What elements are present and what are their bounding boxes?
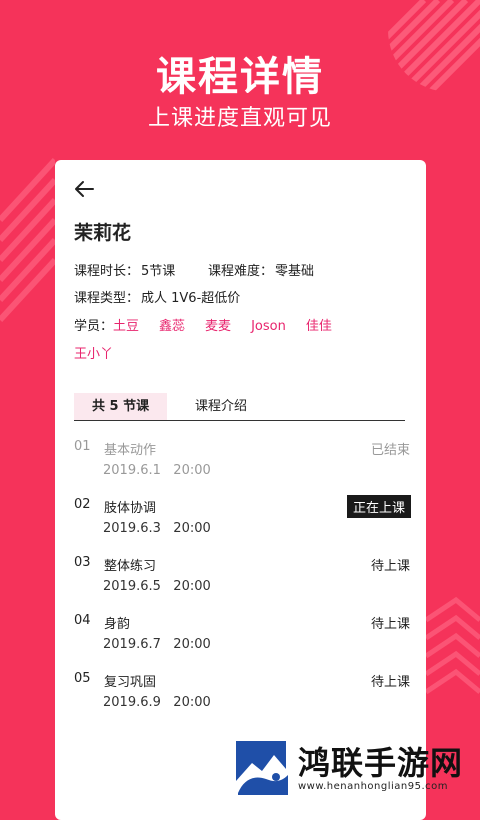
- lesson-date: 2019.6.1: [103, 463, 161, 478]
- type-value: 成人 1V6-超低价: [141, 291, 241, 306]
- lesson-datetime: 2019.6.1 20:00: [103, 463, 211, 478]
- watermark-text: 鸿联手游网: [298, 744, 464, 782]
- lesson-status: 待上课: [370, 617, 410, 632]
- lesson-item[interactable]: 03 整体练习 2019.6.5 20:00 待上课: [74, 555, 410, 601]
- hero-title: 课程详情: [156, 54, 324, 100]
- student-name[interactable]: Joson: [251, 319, 286, 334]
- students-label: 学员：: [74, 319, 114, 334]
- decor-stripes-right: [426, 596, 480, 695]
- course-name: 茉莉花: [74, 222, 132, 244]
- lesson-time: 20:00: [173, 463, 211, 478]
- lesson-number: 01: [74, 439, 91, 454]
- course-tabs: 共 5 节课 课程介绍: [74, 393, 405, 421]
- students-row: 学员：土豆 鑫蕊 麦麦 Joson 佳佳王小丫: [74, 313, 414, 369]
- lesson-status: 待上课: [370, 559, 410, 574]
- tab-introduction[interactable]: 课程介绍: [195, 393, 247, 420]
- difficulty-value: 零基础: [275, 264, 315, 279]
- lesson-name: 身韵: [104, 617, 131, 632]
- student-name[interactable]: 王小丫: [74, 347, 113, 362]
- lesson-name: 复习巩固: [104, 675, 157, 690]
- lesson-name: 整体练习: [104, 559, 157, 574]
- difficulty-row: 课程难度： 零基础: [208, 260, 314, 279]
- hero-subtitle: 上课进度直观可见: [147, 106, 332, 131]
- lesson-date: 2019.6.9: [103, 695, 161, 710]
- lesson-date: 2019.6.3: [103, 521, 161, 536]
- student-name[interactable]: 佳佳: [306, 319, 332, 334]
- duration-label: 课程时长：: [74, 264, 140, 279]
- lesson-number: 03: [74, 555, 91, 570]
- lesson-item[interactable]: 02 肢体协调 2019.6.3 20:00 正在上课: [74, 495, 411, 543]
- watermark-url: www.henanhonglian95.com: [298, 781, 449, 792]
- lesson-status: 已结束: [370, 443, 410, 458]
- type-row: 课程类型： 成人 1V6-超低价: [74, 287, 240, 306]
- lesson-time: 20:00: [173, 695, 211, 710]
- back-arrow-icon[interactable]: [73, 178, 95, 200]
- lesson-time: 20:00: [173, 637, 211, 652]
- lesson-item[interactable]: 01 基本动作 2019.6.1 20:00 已结束: [74, 439, 410, 485]
- lesson-status-live-badge: 正在上课: [346, 495, 411, 518]
- watermark-logo-icon: [236, 741, 288, 795]
- lesson-number: 04: [74, 613, 91, 628]
- lesson-number: 02: [74, 497, 91, 512]
- lesson-name: 基本动作: [104, 443, 157, 458]
- lesson-date: 2019.6.5: [103, 579, 161, 594]
- lesson-number: 05: [74, 671, 91, 686]
- type-label: 课程类型：: [74, 291, 140, 306]
- difficulty-label: 课程难度：: [208, 264, 274, 279]
- lesson-item[interactable]: 05 复习巩固 2019.6.9 20:00 待上课: [74, 671, 410, 717]
- lesson-name: 肢体协调: [104, 501, 157, 516]
- decor-stripes-left: [0, 157, 55, 323]
- student-name[interactable]: 土豆: [113, 319, 139, 334]
- lesson-time: 20:00: [173, 579, 211, 594]
- lesson-datetime: 2019.6.3 20:00: [103, 521, 211, 536]
- student-name[interactable]: 鑫蕊: [159, 319, 185, 334]
- tab-lessons[interactable]: 共 5 节课: [74, 393, 168, 420]
- lesson-datetime: 2019.6.9 20:00: [103, 695, 211, 710]
- lesson-date: 2019.6.7: [103, 637, 161, 652]
- lesson-time: 20:00: [173, 521, 211, 536]
- student-name[interactable]: 麦麦: [205, 319, 231, 334]
- duration-row: 课程时长： 5节课: [74, 260, 175, 279]
- course-detail-card: 茉莉花 课程时长： 5节课 课程难度： 零基础 课程类型： 成人 1V6-超低价 学员…: [55, 160, 426, 820]
- duration-value: 5节课: [141, 264, 176, 279]
- lesson-datetime: 2019.6.5 20:00: [103, 579, 211, 594]
- lesson-status: 待上课: [370, 675, 410, 690]
- lesson-datetime: 2019.6.7 20:00: [103, 637, 211, 652]
- lesson-item[interactable]: 04 身韵 2019.6.7 20:00 待上课: [74, 613, 410, 659]
